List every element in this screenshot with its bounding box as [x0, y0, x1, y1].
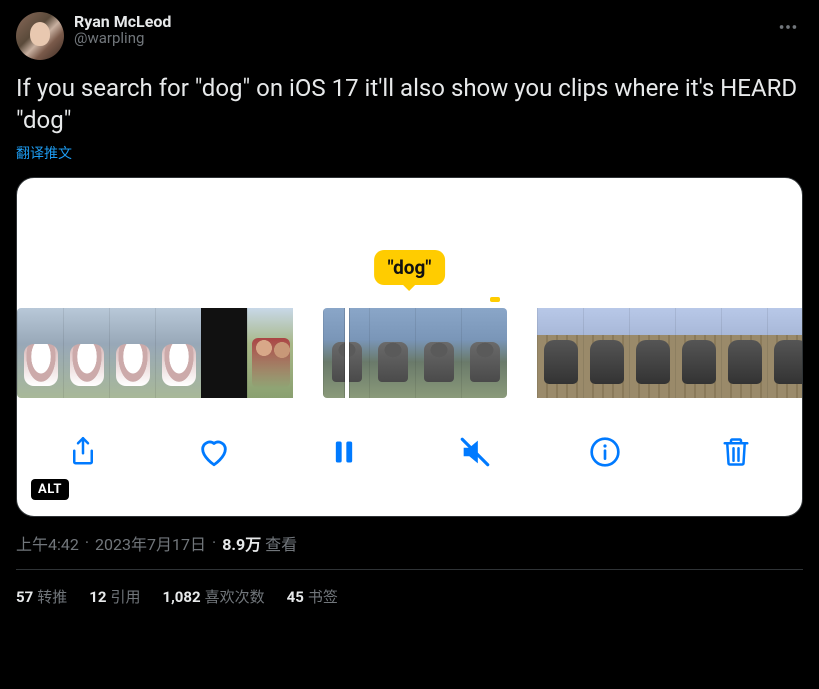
stat-label: 转推 [37, 588, 67, 606]
avatar[interactable] [16, 12, 64, 60]
stat-count: 57 [16, 588, 33, 606]
stat-label: 书签 [308, 588, 338, 606]
handle[interactable]: @warpling [74, 29, 171, 47]
stat-quotes[interactable]: 12引用 [89, 586, 140, 607]
timeline-frame [63, 308, 109, 398]
clip-group[interactable] [537, 308, 803, 398]
stat-count: 12 [89, 588, 106, 606]
time[interactable]: 上午4:42 [16, 531, 79, 555]
media-card[interactable]: "dog" [16, 177, 803, 517]
timeline-frame [17, 308, 63, 398]
timeline-frame [461, 308, 507, 398]
tweet-header: Ryan McLeod @warpling [16, 12, 803, 60]
stat-bookmarks[interactable]: 45书签 [287, 586, 338, 607]
views-count: 8.9万 [222, 535, 261, 554]
pause-icon[interactable] [324, 432, 364, 472]
timeline-frame [155, 308, 201, 398]
stat-label: 喜欢次数 [205, 588, 265, 606]
stat-count: 45 [287, 588, 304, 606]
separator: · [212, 533, 216, 552]
separator: · [85, 533, 89, 552]
views[interactable]: 8.9万 查看 [222, 531, 297, 555]
clip-group-active[interactable] [323, 308, 507, 398]
caption-bubble: "dog" [374, 250, 446, 285]
timeline-frame [247, 308, 293, 398]
author-block: Ryan McLeod @warpling [74, 12, 171, 47]
tweet-stats: 57转推 12引用 1,082 喜欢次数 45书签 [16, 570, 803, 607]
info-icon[interactable] [585, 432, 625, 472]
translate-link[interactable]: 翻译推文 [16, 143, 803, 163]
timeline-frame [369, 308, 415, 398]
views-label: 查看 [265, 535, 297, 554]
stat-count: 1,082 [162, 588, 200, 606]
timeline-frame [537, 308, 583, 398]
stat-label: 引用 [110, 588, 140, 606]
heart-icon[interactable] [194, 432, 234, 472]
alt-badge[interactable]: ALT [31, 479, 69, 500]
timeline-frame [109, 308, 155, 398]
playhead[interactable] [345, 308, 349, 398]
tweet-text: If you search for "dog" on iOS 17 it'll … [16, 72, 803, 137]
more-icon[interactable] [773, 12, 803, 42]
timeline-frame [629, 308, 675, 398]
timeline-frame [675, 308, 721, 398]
video-timeline[interactable] [17, 308, 802, 398]
timeline-frame [721, 308, 767, 398]
timeline-frame [415, 308, 461, 398]
share-icon[interactable] [63, 432, 103, 472]
stat-retweets[interactable]: 57转推 [16, 586, 67, 607]
trash-icon[interactable] [716, 432, 756, 472]
stat-likes[interactable]: 1,082 喜欢次数 [162, 586, 264, 607]
playhead-marker [490, 297, 500, 302]
date[interactable]: 2023年7月17日 [95, 531, 206, 555]
timeline-frame [767, 308, 803, 398]
tweet-container: Ryan McLeod @warpling If you search for … [0, 0, 819, 619]
timeline-frame [583, 308, 629, 398]
clip-group[interactable] [17, 308, 293, 398]
tweet-meta: 上午4:42 · 2023年7月17日 · 8.9万 查看 [16, 531, 803, 555]
media-toolbar [17, 422, 802, 482]
timeline-frame [201, 308, 247, 398]
mute-icon[interactable] [455, 432, 495, 472]
